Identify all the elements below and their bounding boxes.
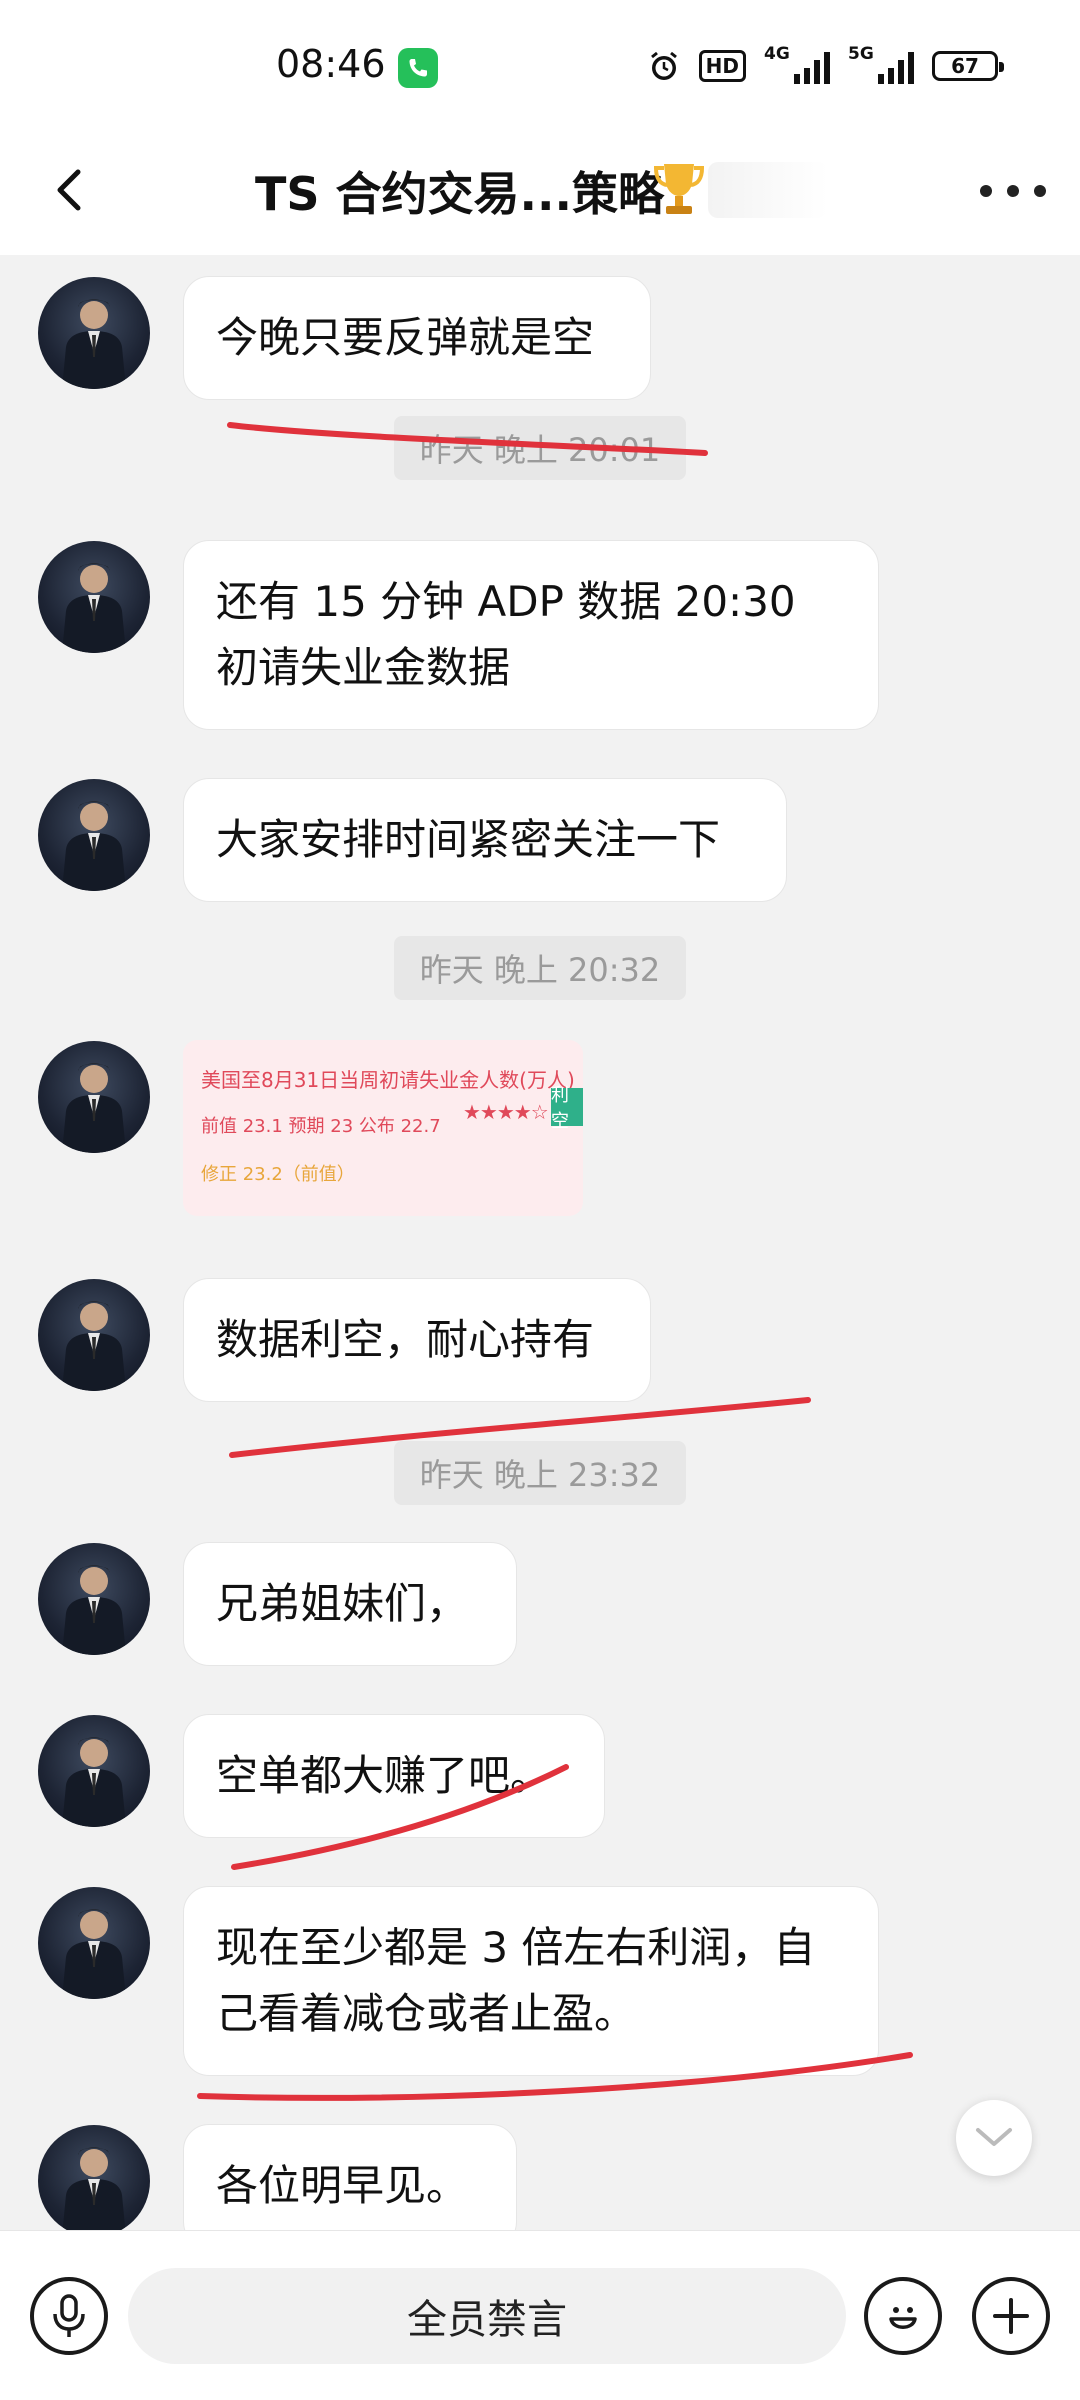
voice-input-button[interactable]: [30, 2277, 108, 2355]
status-bar: 08:46 HD 4G 5G 67: [0, 0, 1080, 130]
scroll-to-bottom-button[interactable]: [956, 2100, 1032, 2176]
network-type-4g: 4G: [764, 44, 790, 64]
message-bubble[interactable]: 空单都大赚了吧。: [183, 1714, 605, 1838]
group-title[interactable]: TS 合约交易...策略: [255, 158, 664, 224]
back-button[interactable]: [38, 158, 102, 222]
all-muted-notice: 全员禁言: [128, 2268, 846, 2364]
timestamp: 昨天 晚上 23:32: [394, 1441, 686, 1505]
sender-avatar[interactable]: [38, 541, 150, 653]
battery-level: 67: [951, 54, 979, 78]
person-portrait: [62, 1909, 126, 1999]
more-options-button[interactable]: [980, 176, 1046, 206]
sender-avatar[interactable]: [38, 779, 150, 891]
chevron-left-icon: [57, 169, 81, 211]
status-time: 08:46: [276, 42, 386, 86]
economic-data-image[interactable]: 美国至8月31日当周初请失业金人数(万人) 前值 23.1 预期 23 公布 2…: [183, 1040, 583, 1216]
sender-avatar[interactable]: [38, 1041, 150, 1153]
sender-avatar[interactable]: [38, 1715, 150, 1827]
more-actions-button[interactable]: [972, 2277, 1050, 2355]
sender-avatar[interactable]: [38, 1543, 150, 1655]
person-portrait: [62, 1737, 126, 1827]
importance-stars: ★★★★☆: [463, 1100, 549, 1124]
alarm-icon: [647, 49, 681, 83]
person-portrait: [62, 1063, 126, 1153]
emoji-button[interactable]: [864, 2277, 942, 2355]
timestamp: 昨天 晚上 20:01: [394, 416, 686, 480]
microphone-icon: [53, 2294, 85, 2337]
chevron-down-icon: [976, 2128, 1012, 2146]
sender-avatar[interactable]: [38, 1887, 150, 1999]
message-bubble[interactable]: 大家安排时间紧密关注一下: [183, 778, 787, 902]
battery-icon: 67: [932, 51, 1004, 81]
person-portrait: [62, 1565, 126, 1655]
data-card-revised: 修正 23.2（前值）: [201, 1164, 355, 1185]
chat-header: TS 合约交易...策略: [0, 130, 1080, 255]
signal-5g-icon: 5G: [848, 44, 914, 84]
message-bubble[interactable]: 各位明早见。: [183, 2124, 517, 2230]
person-portrait: [62, 801, 126, 891]
sender-avatar[interactable]: [38, 2125, 150, 2230]
data-card-title: 美国至8月31日当周初请失业金人数(万人): [201, 1068, 575, 1092]
hd-voice-icon: HD: [698, 50, 746, 82]
person-portrait: [62, 1301, 126, 1391]
message-list[interactable]: 今晚只要反弹就是空 昨天 晚上 20:01 还有 15 分钟 ADP 数据 20…: [0, 255, 1080, 2230]
impact-badge: 利空: [551, 1085, 583, 1132]
plus-icon: [993, 2298, 1029, 2334]
smiley-icon: [889, 2307, 917, 2329]
person-portrait: [62, 299, 126, 389]
person-portrait: [62, 2147, 126, 2230]
input-bar: 全员禁言: [0, 2230, 1080, 2400]
timestamp: 昨天 晚上 20:32: [394, 936, 686, 1000]
message-bubble[interactable]: 还有 15 分钟 ADP 数据 20:30 初请失业金数据: [183, 540, 879, 730]
data-card-values: 前值 23.1 预期 23 公布 22.7: [201, 1116, 441, 1137]
network-type-5g: 5G: [848, 44, 874, 64]
message-bubble[interactable]: 数据利空，耐心持有: [183, 1278, 651, 1402]
redacted-region: [708, 162, 828, 218]
message-bubble[interactable]: 现在至少都是 3 倍左右利润，自己看着减仓或者止盈。: [183, 1886, 879, 2076]
message-bubble[interactable]: 兄弟姐妹们，: [183, 1542, 517, 1666]
message-bubble[interactable]: 今晚只要反弹就是空: [183, 276, 651, 400]
trophy-icon: [653, 164, 705, 214]
status-icons: HD 4G 5G 67: [647, 44, 1004, 88]
sender-avatar[interactable]: [38, 1279, 150, 1391]
person-portrait: [62, 563, 126, 653]
signal-4g-icon: 4G: [764, 44, 830, 84]
sender-avatar[interactable]: [38, 277, 150, 389]
phone-call-icon[interactable]: [398, 48, 438, 88]
